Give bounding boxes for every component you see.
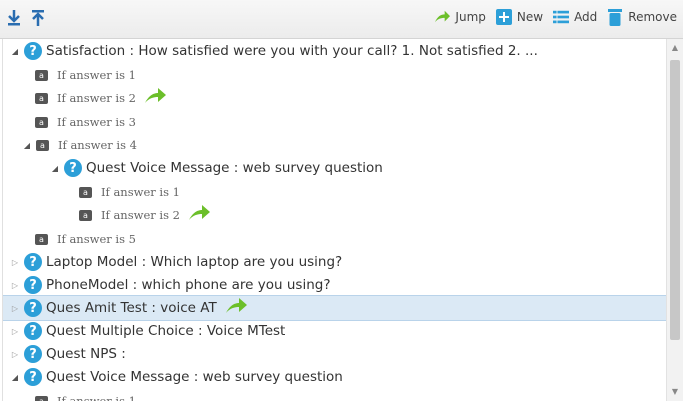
expand-toggle-icon[interactable]: ▷ bbox=[9, 302, 21, 314]
toolbar-left bbox=[6, 9, 46, 27]
tree-question-row[interactable]: ◢? Quest Voice Message : web survey quest… bbox=[3, 156, 667, 180]
question-icon: ? bbox=[24, 345, 42, 363]
tree-answer-row[interactable]: ◢ a If answer is 4 bbox=[3, 133, 667, 157]
scroll-down-icon[interactable]: ▼ bbox=[670, 387, 680, 397]
tree-question-row[interactable]: ▷? Ques Amit Test : voice AT bbox=[3, 295, 667, 321]
question-text: Laptop Model : Which laptop are you usin… bbox=[46, 254, 343, 270]
expand-all-icon[interactable] bbox=[6, 9, 22, 27]
expand-toggle-icon[interactable]: ▷ bbox=[9, 279, 21, 291]
answer-icon: a bbox=[35, 395, 48, 401]
answer-text: If answer is 5 bbox=[57, 232, 136, 246]
new-label: New bbox=[516, 10, 544, 24]
collapse-toggle-icon[interactable]: ◢ bbox=[9, 45, 21, 57]
answer-text: If answer is 1 bbox=[101, 185, 180, 199]
add-label: Add bbox=[574, 10, 598, 24]
remove-label: Remove bbox=[628, 10, 677, 24]
expand-toggle-icon[interactable]: ▷ bbox=[9, 348, 21, 360]
plus-icon bbox=[495, 9, 512, 25]
answer-text: If answer is 1 bbox=[57, 68, 136, 82]
tree-answer-row[interactable]: a If answer is 2 bbox=[3, 203, 667, 227]
tree-question-row[interactable]: ▷? Quest NPS : bbox=[3, 342, 667, 366]
tree-answer-row[interactable]: a If answer is 5 bbox=[3, 227, 667, 251]
question-icon: ? bbox=[24, 368, 42, 386]
question-text: Ques Amit Test : voice AT bbox=[46, 300, 217, 316]
jump-arrow-icon bbox=[144, 88, 166, 108]
list-icon bbox=[553, 9, 570, 25]
jump-button[interactable]: Jump bbox=[434, 9, 486, 25]
answer-icon: a bbox=[79, 209, 92, 221]
tree-question-row[interactable]: ◢? Satisfaction : How satisfied were you … bbox=[3, 39, 667, 63]
question-icon: ? bbox=[24, 42, 42, 60]
tree-answer-row[interactable]: a If answer is 3 bbox=[3, 110, 667, 134]
scroll-up-icon[interactable]: ▲ bbox=[670, 43, 680, 53]
toolbar-actions: Jump New Add Remove bbox=[434, 9, 677, 26]
answer-icon: a bbox=[35, 92, 48, 104]
expand-toggle-icon[interactable]: ▷ bbox=[9, 256, 21, 268]
answer-icon: a bbox=[35, 69, 48, 81]
question-text: Quest Voice Message : web survey questio… bbox=[46, 369, 343, 385]
collapse-toggle-icon[interactable]: ◢ bbox=[21, 139, 33, 151]
tree-question-row[interactable]: ◢? Quest Voice Message : web survey quest… bbox=[3, 365, 667, 389]
answer-icon: a bbox=[35, 116, 48, 128]
collapse-toggle-icon[interactable]: ◢ bbox=[49, 162, 61, 174]
question-icon: ? bbox=[24, 299, 42, 317]
tree-question-row[interactable]: ▷? Laptop Model : Which laptop are you us… bbox=[3, 250, 667, 274]
expand-toggle-icon[interactable]: ▷ bbox=[9, 325, 21, 337]
remove-button[interactable]: Remove bbox=[607, 9, 677, 26]
trash-icon bbox=[607, 9, 623, 26]
jump-arrow-icon bbox=[188, 205, 210, 225]
question-icon: ? bbox=[24, 253, 42, 271]
answer-text: If answer is 4 bbox=[58, 138, 137, 152]
question-icon: ? bbox=[24, 322, 42, 340]
jump-arrow-icon bbox=[225, 298, 247, 318]
add-button[interactable]: Add bbox=[553, 9, 597, 25]
collapse-toggle-icon[interactable]: ◢ bbox=[9, 371, 21, 383]
tree-answer-row[interactable]: a If answer is 1 bbox=[3, 389, 667, 401]
answer-icon: a bbox=[36, 139, 49, 151]
answer-text: If answer is 2 bbox=[101, 208, 180, 222]
jump-label: Jump bbox=[455, 10, 486, 24]
survey-tree: ◢? Satisfaction : How satisfied were you … bbox=[2, 39, 667, 401]
question-icon: ? bbox=[24, 276, 42, 294]
new-button[interactable]: New bbox=[495, 9, 544, 25]
answer-text: If answer is 2 bbox=[57, 91, 136, 105]
question-text: PhoneModel : which phone are you using? bbox=[46, 277, 331, 293]
tree-answer-row[interactable]: a If answer is 1 bbox=[3, 180, 667, 204]
scrollbar[interactable]: ▲ ▼ bbox=[666, 39, 683, 401]
tree-answer-row[interactable]: a If answer is 1 bbox=[3, 63, 667, 87]
answer-text: If answer is 3 bbox=[57, 115, 136, 129]
answer-text: If answer is 1 bbox=[57, 394, 136, 401]
tree-question-row[interactable]: ▷? Quest Multiple Choice : Voice MTest bbox=[3, 319, 667, 343]
question-text: Quest Multiple Choice : Voice MTest bbox=[46, 323, 286, 339]
collapse-all-icon[interactable] bbox=[30, 9, 46, 27]
question-text: Quest NPS : bbox=[46, 346, 126, 362]
tree-answer-row[interactable]: a If answer is 2 bbox=[3, 86, 667, 110]
answer-icon: a bbox=[35, 233, 48, 245]
answer-icon: a bbox=[79, 186, 92, 198]
question-text: Quest Voice Message : web survey questio… bbox=[86, 160, 383, 176]
question-icon: ? bbox=[64, 159, 82, 177]
jump-arrow-icon bbox=[434, 9, 451, 25]
toolbar: Jump New Add Remove bbox=[0, 0, 683, 39]
question-text: Satisfaction : How satisfied were you wi… bbox=[46, 43, 538, 59]
tree-question-row[interactable]: ▷? PhoneModel : which phone are you using… bbox=[3, 273, 667, 297]
scroll-thumb[interactable] bbox=[670, 60, 680, 340]
